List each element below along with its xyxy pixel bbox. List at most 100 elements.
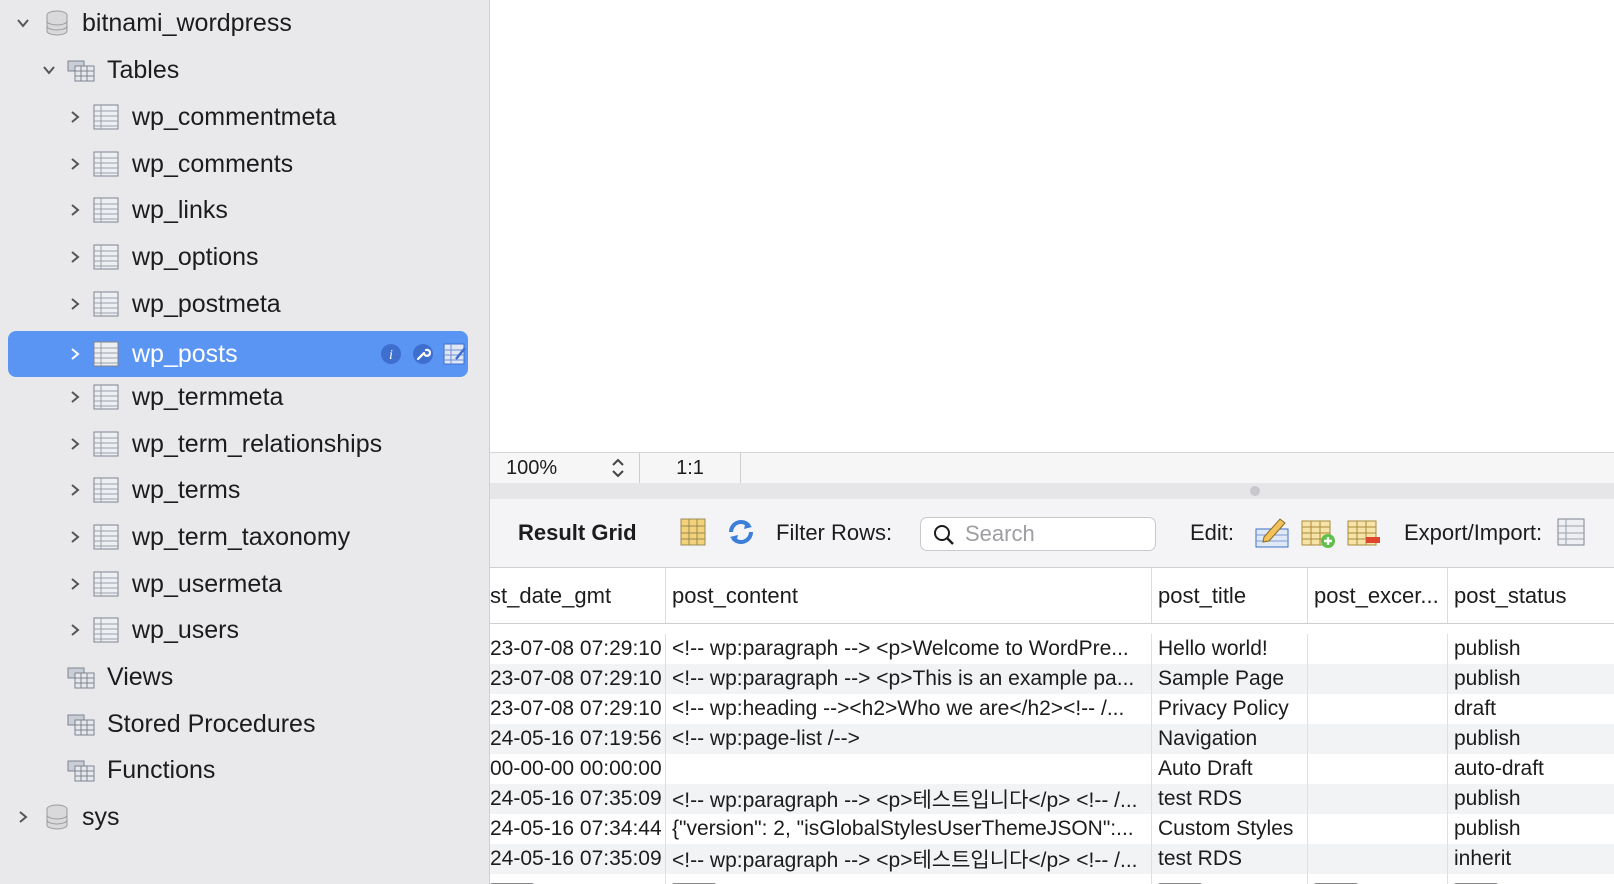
table-row[interactable]: 24-05-16 07:35:09 <!-- wp:paragraph --> … (490, 784, 1614, 814)
export-icon[interactable] (1556, 515, 1586, 551)
table-node[interactable]: wp_users (8, 607, 468, 653)
cell-post-status[interactable]: auto-draft (1448, 754, 1614, 784)
functions-group-node[interactable]: Functions (8, 747, 468, 793)
chevron-right-icon[interactable] (64, 153, 86, 175)
table-row[interactable]: 23-07-08 07:29:10 <!-- wp:paragraph --> … (490, 634, 1614, 664)
table-data-icon[interactable] (442, 341, 468, 367)
edit-row-icon[interactable] (1254, 515, 1290, 551)
cell-post-content[interactable]: <!-- wp:paragraph --> <p>Welcome to Word… (666, 634, 1152, 664)
chevron-right-icon[interactable] (64, 246, 86, 268)
info-icon[interactable]: i (378, 341, 404, 367)
table-node[interactable]: wp_term_taxonomy (8, 514, 468, 560)
result-grid[interactable]: st_date_gmt post_content post_title post… (490, 568, 1614, 884)
cell-post-excerpt[interactable] (1308, 844, 1448, 874)
cell-post-status[interactable]: inherit (1448, 844, 1614, 874)
table-row[interactable]: 23-07-08 07:29:10 <!-- wp:heading --><h2… (490, 694, 1614, 724)
splitter-grip-icon[interactable] (1250, 486, 1260, 496)
column-header[interactable]: post_status (1448, 568, 1614, 623)
cell-null[interactable] (1308, 874, 1448, 884)
insert-row-icon[interactable] (1300, 515, 1336, 551)
cell-post-status[interactable]: publish (1448, 634, 1614, 664)
cell-post-content[interactable]: <!-- wp:page-list /--> (666, 724, 1152, 754)
cell-post-content[interactable]: <!-- wp:paragraph --> <p>테스트입니다</p> <!--… (666, 844, 1152, 874)
filter-search-box[interactable] (920, 517, 1156, 551)
search-input[interactable] (963, 520, 1147, 548)
table-node[interactable]: wp_options (8, 234, 468, 280)
cell-post-content[interactable]: <!-- wp:heading --><h2>Who we are</h2><!… (666, 694, 1152, 724)
cell-post-title[interactable]: Auto Draft (1152, 754, 1308, 784)
chevron-right-icon[interactable] (64, 433, 86, 455)
cell-post-content[interactable]: <!-- wp:paragraph --> <p>테스트입니다</p> <!--… (666, 784, 1152, 814)
cell-post-title[interactable]: Sample Page (1152, 664, 1308, 694)
delete-row-icon[interactable] (1346, 515, 1382, 551)
schema-node-sys[interactable]: sys (8, 794, 468, 840)
cell-post-title[interactable]: test RDS (1152, 844, 1308, 874)
cell-post-title[interactable]: Privacy Policy (1152, 694, 1308, 724)
table-node[interactable]: wp_termmeta (8, 374, 468, 420)
refresh-icon[interactable] (724, 515, 758, 549)
cell-post-title[interactable]: Navigation (1152, 724, 1308, 754)
cell-date-gmt[interactable]: 00-00-00 00:00:00 (490, 754, 666, 784)
table-node[interactable]: wp_links (8, 187, 468, 233)
cell-date-gmt[interactable]: 23-07-08 07:29:10 (490, 664, 666, 694)
cell-date-gmt[interactable]: 23-07-08 07:29:10 (490, 634, 666, 664)
chevron-right-icon[interactable] (64, 199, 86, 221)
table-node[interactable]: wp_usermeta (8, 561, 468, 607)
column-header[interactable]: post_title (1152, 568, 1308, 623)
column-header[interactable]: st_date_gmt (490, 568, 666, 623)
cell-post-excerpt[interactable] (1308, 724, 1448, 754)
cell-null[interactable] (1448, 874, 1614, 884)
cell-post-excerpt[interactable] (1308, 814, 1448, 844)
table-node[interactable]: wp_terms (8, 467, 468, 513)
chevron-down-icon[interactable] (38, 59, 60, 81)
table-row[interactable]: 23-07-08 07:29:10 <!-- wp:paragraph --> … (490, 664, 1614, 694)
cell-null[interactable] (1152, 874, 1308, 884)
table-row[interactable]: 24-05-16 07:35:09 <!-- wp:paragraph --> … (490, 844, 1614, 874)
cell-post-status[interactable]: publish (1448, 784, 1614, 814)
chevron-right-icon[interactable] (64, 526, 86, 548)
cell-post-status[interactable]: publish (1448, 724, 1614, 754)
chevron-right-icon[interactable] (64, 479, 86, 501)
column-toggle-icon[interactable] (678, 515, 708, 549)
cell-post-excerpt[interactable] (1308, 784, 1448, 814)
cell-post-title[interactable]: Hello world! (1152, 634, 1308, 664)
cell-date-gmt[interactable]: 24-05-16 07:35:09 (490, 844, 666, 874)
cell-post-excerpt[interactable] (1308, 664, 1448, 694)
chevron-right-icon[interactable] (64, 293, 86, 315)
cell-post-status[interactable]: draft (1448, 694, 1614, 724)
zoom-selector[interactable]: 100% (490, 453, 640, 483)
cell-post-status[interactable]: publish (1448, 814, 1614, 844)
chevron-right-icon[interactable] (64, 386, 86, 408)
cell-date-gmt[interactable]: 24-05-16 07:35:09 (490, 784, 666, 814)
chevron-right-icon[interactable] (64, 573, 86, 595)
cell-date-gmt[interactable]: 24-05-16 07:19:56 (490, 724, 666, 754)
table-node-selected[interactable]: wp_posts i (8, 331, 468, 377)
chevron-right-icon[interactable] (12, 806, 34, 828)
table-node[interactable]: wp_comments (8, 141, 468, 187)
views-group-node[interactable]: Views (8, 654, 468, 700)
table-node[interactable]: wp_commentmeta (8, 94, 468, 140)
cell-post-excerpt[interactable] (1308, 754, 1448, 784)
cell-post-excerpt[interactable] (1308, 694, 1448, 724)
cell-post-title[interactable]: test RDS (1152, 784, 1308, 814)
table-row-partial[interactable] (490, 874, 1614, 884)
cell-date-gmt[interactable]: 24-05-16 07:34:44 (490, 814, 666, 844)
cell-post-status[interactable]: publish (1448, 664, 1614, 694)
stored-procedures-group-node[interactable]: Stored Procedures (8, 701, 468, 747)
column-header[interactable]: post_content (666, 568, 1152, 623)
stepper-icon[interactable] (609, 456, 627, 480)
cell-post-content[interactable] (666, 754, 1152, 784)
panel-splitter[interactable] (490, 483, 1614, 499)
cell-post-content[interactable]: <!-- wp:paragraph --> <p>This is an exam… (666, 664, 1152, 694)
table-node[interactable]: wp_postmeta (8, 281, 468, 327)
cell-post-excerpt[interactable] (1308, 634, 1448, 664)
column-header[interactable]: post_excer... (1308, 568, 1448, 623)
chevron-right-icon[interactable] (64, 106, 86, 128)
cell-post-content[interactable]: {"version": 2, "isGlobalStylesUserThemeJ… (666, 814, 1152, 844)
cell-date-gmt[interactable]: 23-07-08 07:29:10 (490, 694, 666, 724)
wrench-icon[interactable] (410, 341, 436, 367)
tables-group-node[interactable]: Tables (8, 47, 468, 93)
cell-null[interactable] (490, 874, 666, 884)
schema-node-bitnami-wordpress[interactable]: bitnami_wordpress (8, 0, 468, 46)
table-row[interactable]: 00-00-00 00:00:00 Auto Draft auto-draft (490, 754, 1614, 784)
